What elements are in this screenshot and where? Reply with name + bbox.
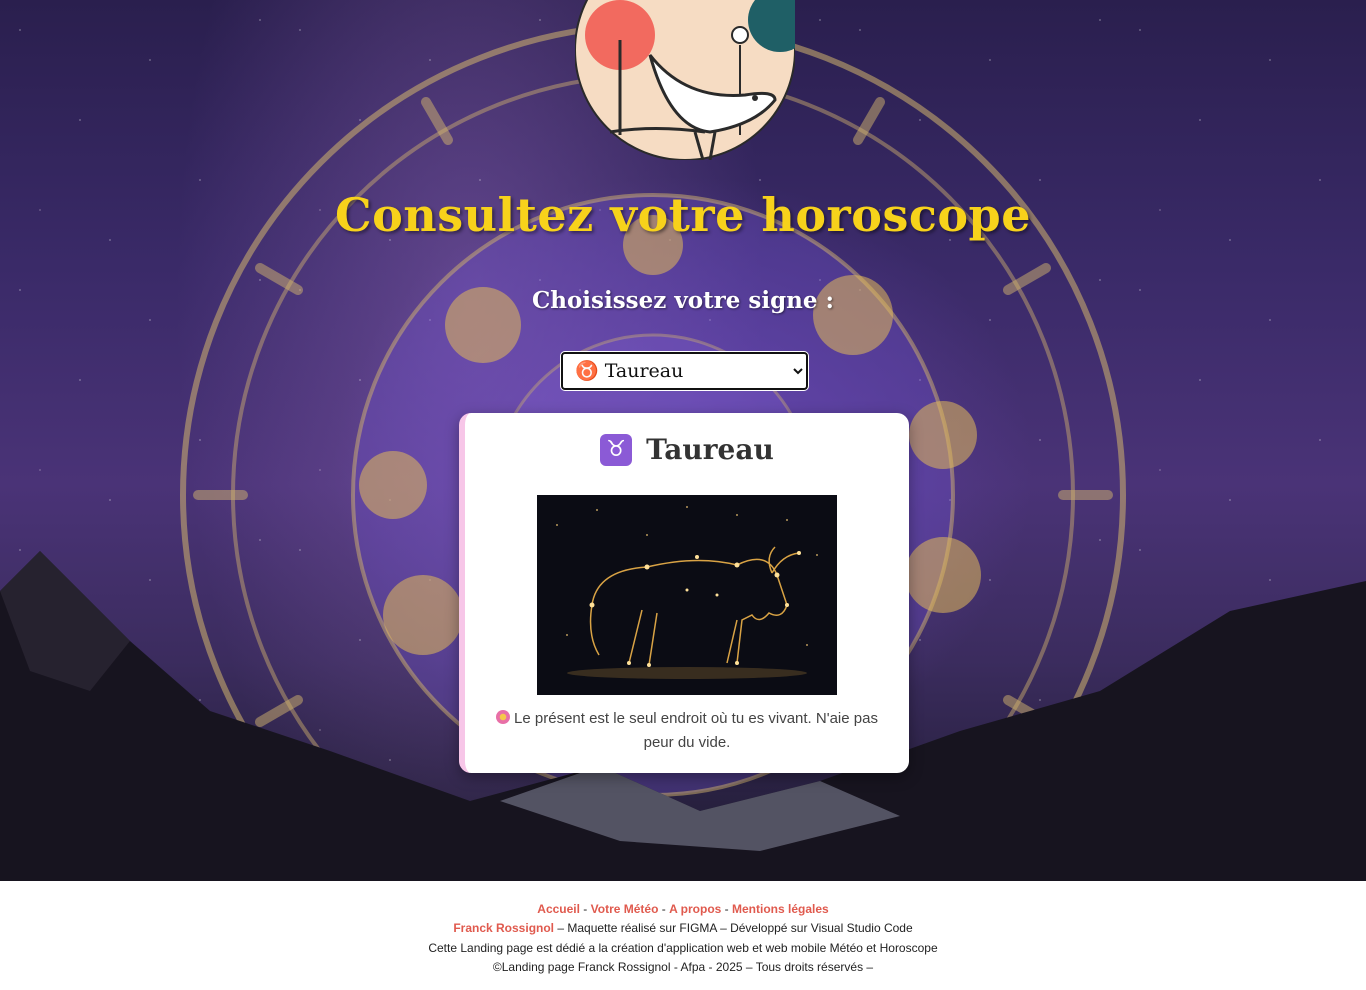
footer-credits: Franck Rossignol – Maquette réalisé sur … [0,920,1366,936]
sign-prompt: Choisissez votre signe : [531,287,835,314]
card-sign-name: Taureau [646,433,774,466]
footer-link-weather[interactable]: Votre Météo [591,902,659,916]
horoscope-message-text: Le présent est le seul endroit où tu es … [514,710,878,751]
footer-link-legal[interactable]: Mentions légales [732,902,829,916]
footer-description: Cette Landing page est dédié a la créati… [428,941,938,955]
sign-select-wrapper: ♉ Taureau [561,352,808,390]
footer-credits-text: – Maquette réalisé sur FIGMA – Développé… [554,921,913,935]
horoscope-card: ♉ Taureau Le présent est le seul endroit… [459,413,909,773]
bird-tree-logo [575,0,795,160]
footer-nav: Accueil - Votre Météo - A propos - Menti… [0,901,1366,917]
footer: Accueil - Votre Météo - A propos - Menti… [0,881,1366,990]
horoscope-message: Le présent est le seul endroit où tu es … [485,707,889,755]
page-title: Consultez votre horoscope [335,188,1031,242]
flower-icon [496,710,511,724]
footer-separator: - [579,902,591,916]
bull-constellation-illustration [537,495,837,695]
footer-link-about[interactable]: A propos [669,902,721,916]
card-title: ♉ Taureau [465,433,909,466]
hero-section: Consultez votre horoscope Choisissez vot… [0,0,1366,881]
footer-separator: - [658,902,670,916]
footer-link-home[interactable]: Accueil [537,902,580,916]
footer-copyright: ©Landing page Franck Rossignol - Afpa - … [492,960,874,974]
footer-separator: - [721,902,732,916]
sign-select[interactable]: ♉ Taureau [561,352,808,390]
taurus-icon: ♉ [600,433,633,466]
taurus-constellation-image [537,495,837,695]
footer-author-link[interactable]: Franck Rossignol [453,921,554,935]
